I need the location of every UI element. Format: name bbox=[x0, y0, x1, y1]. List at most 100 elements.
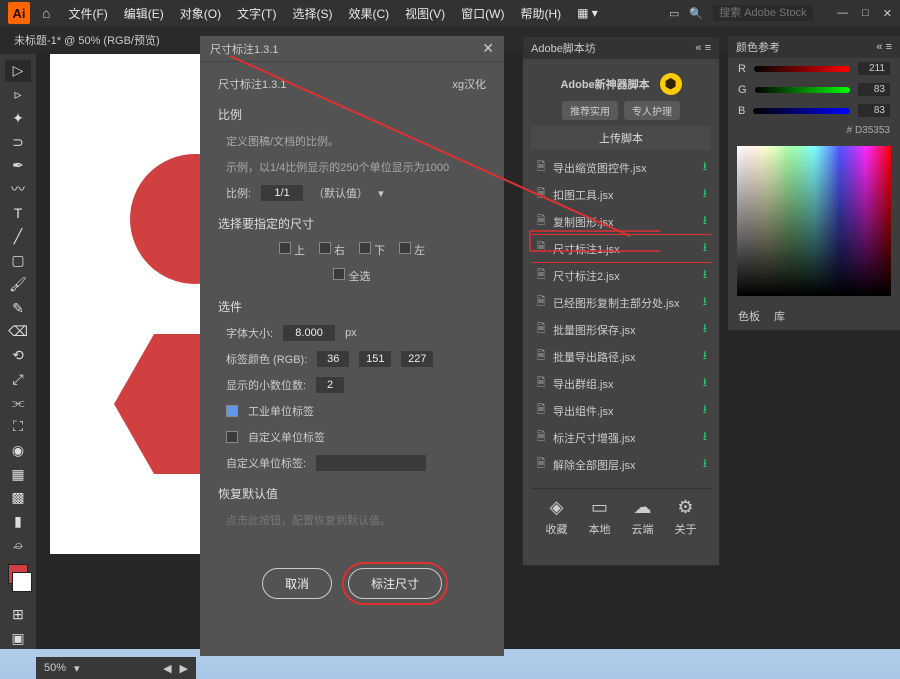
download-icon[interactable]: ⭳ bbox=[703, 157, 707, 178]
script-item[interactable]: 🗎解除全部图层.jsx⭳ bbox=[531, 451, 711, 478]
window-close-icon[interactable]: ✕ bbox=[883, 7, 892, 20]
eraser-tool-icon[interactable]: ⌫ bbox=[5, 321, 31, 343]
lasso-tool-icon[interactable]: ⊃ bbox=[5, 131, 31, 153]
direct-select-tool-icon[interactable]: ▹ bbox=[5, 84, 31, 106]
nav-local[interactable]: ▭本地 bbox=[589, 497, 611, 537]
custom-unit-input[interactable] bbox=[316, 455, 426, 471]
menu-effect[interactable]: 效果(C) bbox=[342, 2, 395, 25]
free-transform-icon[interactable]: ⛶ bbox=[5, 416, 31, 438]
scale-tool-icon[interactable]: ⤢ bbox=[5, 368, 31, 390]
zoom-dropdown-icon[interactable]: ▾ bbox=[74, 662, 80, 675]
type-tool-icon[interactable]: T bbox=[5, 202, 31, 224]
cancel-button[interactable]: 取消 bbox=[262, 568, 332, 599]
ok-button[interactable]: 标注尺寸 bbox=[348, 568, 442, 599]
script-item[interactable]: 🗎尺寸标注2.jsx⭳ bbox=[531, 262, 711, 289]
menu-help[interactable]: 帮助(H) bbox=[514, 2, 567, 25]
side-top-checkbox[interactable] bbox=[279, 242, 291, 254]
dialog-close-icon[interactable]: ✕ bbox=[482, 40, 494, 57]
g-slider[interactable] bbox=[755, 87, 850, 93]
download-icon[interactable]: ⭳ bbox=[703, 319, 707, 340]
custom-unit-checkbox[interactable] bbox=[226, 431, 238, 443]
decimals-input[interactable] bbox=[316, 377, 344, 393]
b-value[interactable]: 83 bbox=[858, 104, 890, 117]
menu-file[interactable]: 文件(F) bbox=[62, 2, 113, 25]
download-icon[interactable]: ⭳ bbox=[703, 454, 707, 475]
download-icon[interactable]: ⭳ bbox=[703, 238, 707, 259]
menu-edit[interactable]: 编辑(E) bbox=[118, 2, 170, 25]
mesh-tool-icon[interactable]: ▩ bbox=[5, 487, 31, 509]
nav-prev-icon[interactable]: ◀ bbox=[163, 662, 171, 675]
scripts-tab-recommended[interactable]: 推荐实用 bbox=[562, 101, 618, 120]
download-icon[interactable]: ⭳ bbox=[703, 400, 707, 421]
side-all-checkbox[interactable] bbox=[333, 268, 345, 280]
search-icon[interactable]: 🔍 bbox=[689, 7, 703, 20]
stock-search-input[interactable] bbox=[713, 5, 813, 21]
script-item[interactable]: 🗎已经图形复制主部分处.jsx⭳ bbox=[531, 289, 711, 316]
industrial-checkbox[interactable] bbox=[226, 405, 238, 417]
download-icon[interactable]: ⭳ bbox=[703, 373, 707, 394]
color-g-input[interactable] bbox=[359, 351, 391, 367]
library-tab[interactable]: 库 bbox=[774, 308, 785, 324]
color-panel-menu-icon[interactable]: « ≡ bbox=[876, 41, 892, 53]
side-bottom-checkbox[interactable] bbox=[359, 242, 371, 254]
script-item[interactable]: 🗎批量图形保存.jsx⭳ bbox=[531, 316, 711, 343]
script-item[interactable]: 🗎复制图形.jsx⭳ bbox=[531, 208, 711, 235]
download-icon[interactable]: ⭳ bbox=[703, 292, 707, 313]
menu-select[interactable]: 选择(S) bbox=[286, 2, 338, 25]
download-icon[interactable]: ⭳ bbox=[703, 184, 707, 205]
script-item[interactable]: 🗎扣图工具.jsx⭳ bbox=[531, 181, 711, 208]
shaper-tool-icon[interactable]: ✎ bbox=[5, 297, 31, 319]
g-value[interactable]: 83 bbox=[858, 83, 890, 96]
panel-collapse-icon[interactable]: « ≡ bbox=[695, 42, 711, 54]
home-icon[interactable]: ⌂ bbox=[42, 5, 50, 21]
script-item[interactable]: 🗎导出缩览图控件.jsx⭳ bbox=[531, 154, 711, 181]
hex-value[interactable]: # D35353 bbox=[728, 121, 900, 140]
download-icon[interactable]: ⭳ bbox=[703, 211, 707, 232]
menu-extra[interactable]: ▦ ▾ bbox=[571, 3, 604, 23]
script-item[interactable]: 🗎导出群组.jsx⭳ bbox=[531, 370, 711, 397]
gradient-tool-icon[interactable]: ▮ bbox=[5, 511, 31, 533]
scripts-tab-care[interactable]: 专人护理 bbox=[624, 101, 680, 120]
brush-tool-icon[interactable]: 🖌 bbox=[5, 273, 31, 295]
download-icon[interactable]: ⭳ bbox=[703, 427, 707, 448]
swatches-tab[interactable]: 色板 bbox=[738, 308, 760, 324]
rectangle-tool-icon[interactable]: ▢ bbox=[5, 250, 31, 272]
nav-about[interactable]: ⚙关于 bbox=[675, 497, 697, 537]
selection-tool-icon[interactable]: ▷ bbox=[5, 60, 31, 82]
window-minimize-icon[interactable]: — bbox=[837, 7, 848, 20]
shape-builder-icon[interactable]: ◉ bbox=[5, 440, 31, 462]
menu-type[interactable]: 文字(T) bbox=[231, 2, 282, 25]
menu-object[interactable]: 对象(O) bbox=[174, 2, 227, 25]
line-tool-icon[interactable]: ╱ bbox=[5, 226, 31, 248]
color-r-input[interactable] bbox=[317, 351, 349, 367]
zoom-value[interactable]: 50% bbox=[44, 662, 66, 674]
nav-favorites[interactable]: ◈收藏 bbox=[546, 497, 568, 537]
menu-view[interactable]: 视图(V) bbox=[399, 2, 451, 25]
script-item[interactable]: 🗎导出组件.jsx⭳ bbox=[531, 397, 711, 424]
script-item[interactable]: 🗎批量导出路径.jsx⭳ bbox=[531, 343, 711, 370]
b-slider[interactable] bbox=[753, 108, 850, 114]
workspace-icon[interactable]: ▭ bbox=[669, 7, 679, 20]
download-icon[interactable]: ⭳ bbox=[703, 265, 707, 286]
pen-tool-icon[interactable]: ✒ bbox=[5, 155, 31, 177]
download-icon[interactable]: ⭳ bbox=[703, 481, 707, 484]
r-value[interactable]: 211 bbox=[858, 62, 890, 75]
eyedropper-tool-icon[interactable]: ⌮ bbox=[5, 534, 31, 556]
rotate-tool-icon[interactable]: ⟲ bbox=[5, 345, 31, 367]
menu-window[interactable]: 窗口(W) bbox=[455, 2, 510, 25]
r-slider[interactable] bbox=[754, 66, 850, 72]
ratio-input[interactable] bbox=[261, 185, 303, 201]
curvature-tool-icon[interactable]: 〰 bbox=[5, 179, 31, 201]
stroke-color-swatch[interactable] bbox=[12, 572, 32, 592]
side-right-checkbox[interactable] bbox=[319, 242, 331, 254]
screen-mode-icon[interactable]: ⊞ bbox=[5, 604, 31, 626]
screen-mode2-icon[interactable]: ▣ bbox=[5, 627, 31, 649]
side-left-checkbox[interactable] bbox=[399, 242, 411, 254]
window-maximize-icon[interactable]: □ bbox=[862, 7, 869, 20]
script-item[interactable]: 🗎标注尺寸增强.jsx⭳ bbox=[531, 424, 711, 451]
color-b-input[interactable] bbox=[401, 351, 433, 367]
magic-wand-tool-icon[interactable]: ✦ bbox=[5, 107, 31, 129]
perspective-tool-icon[interactable]: ▦ bbox=[5, 463, 31, 485]
ratio-dropdown-icon[interactable]: ▾ bbox=[378, 187, 384, 200]
font-size-input[interactable] bbox=[283, 325, 335, 341]
